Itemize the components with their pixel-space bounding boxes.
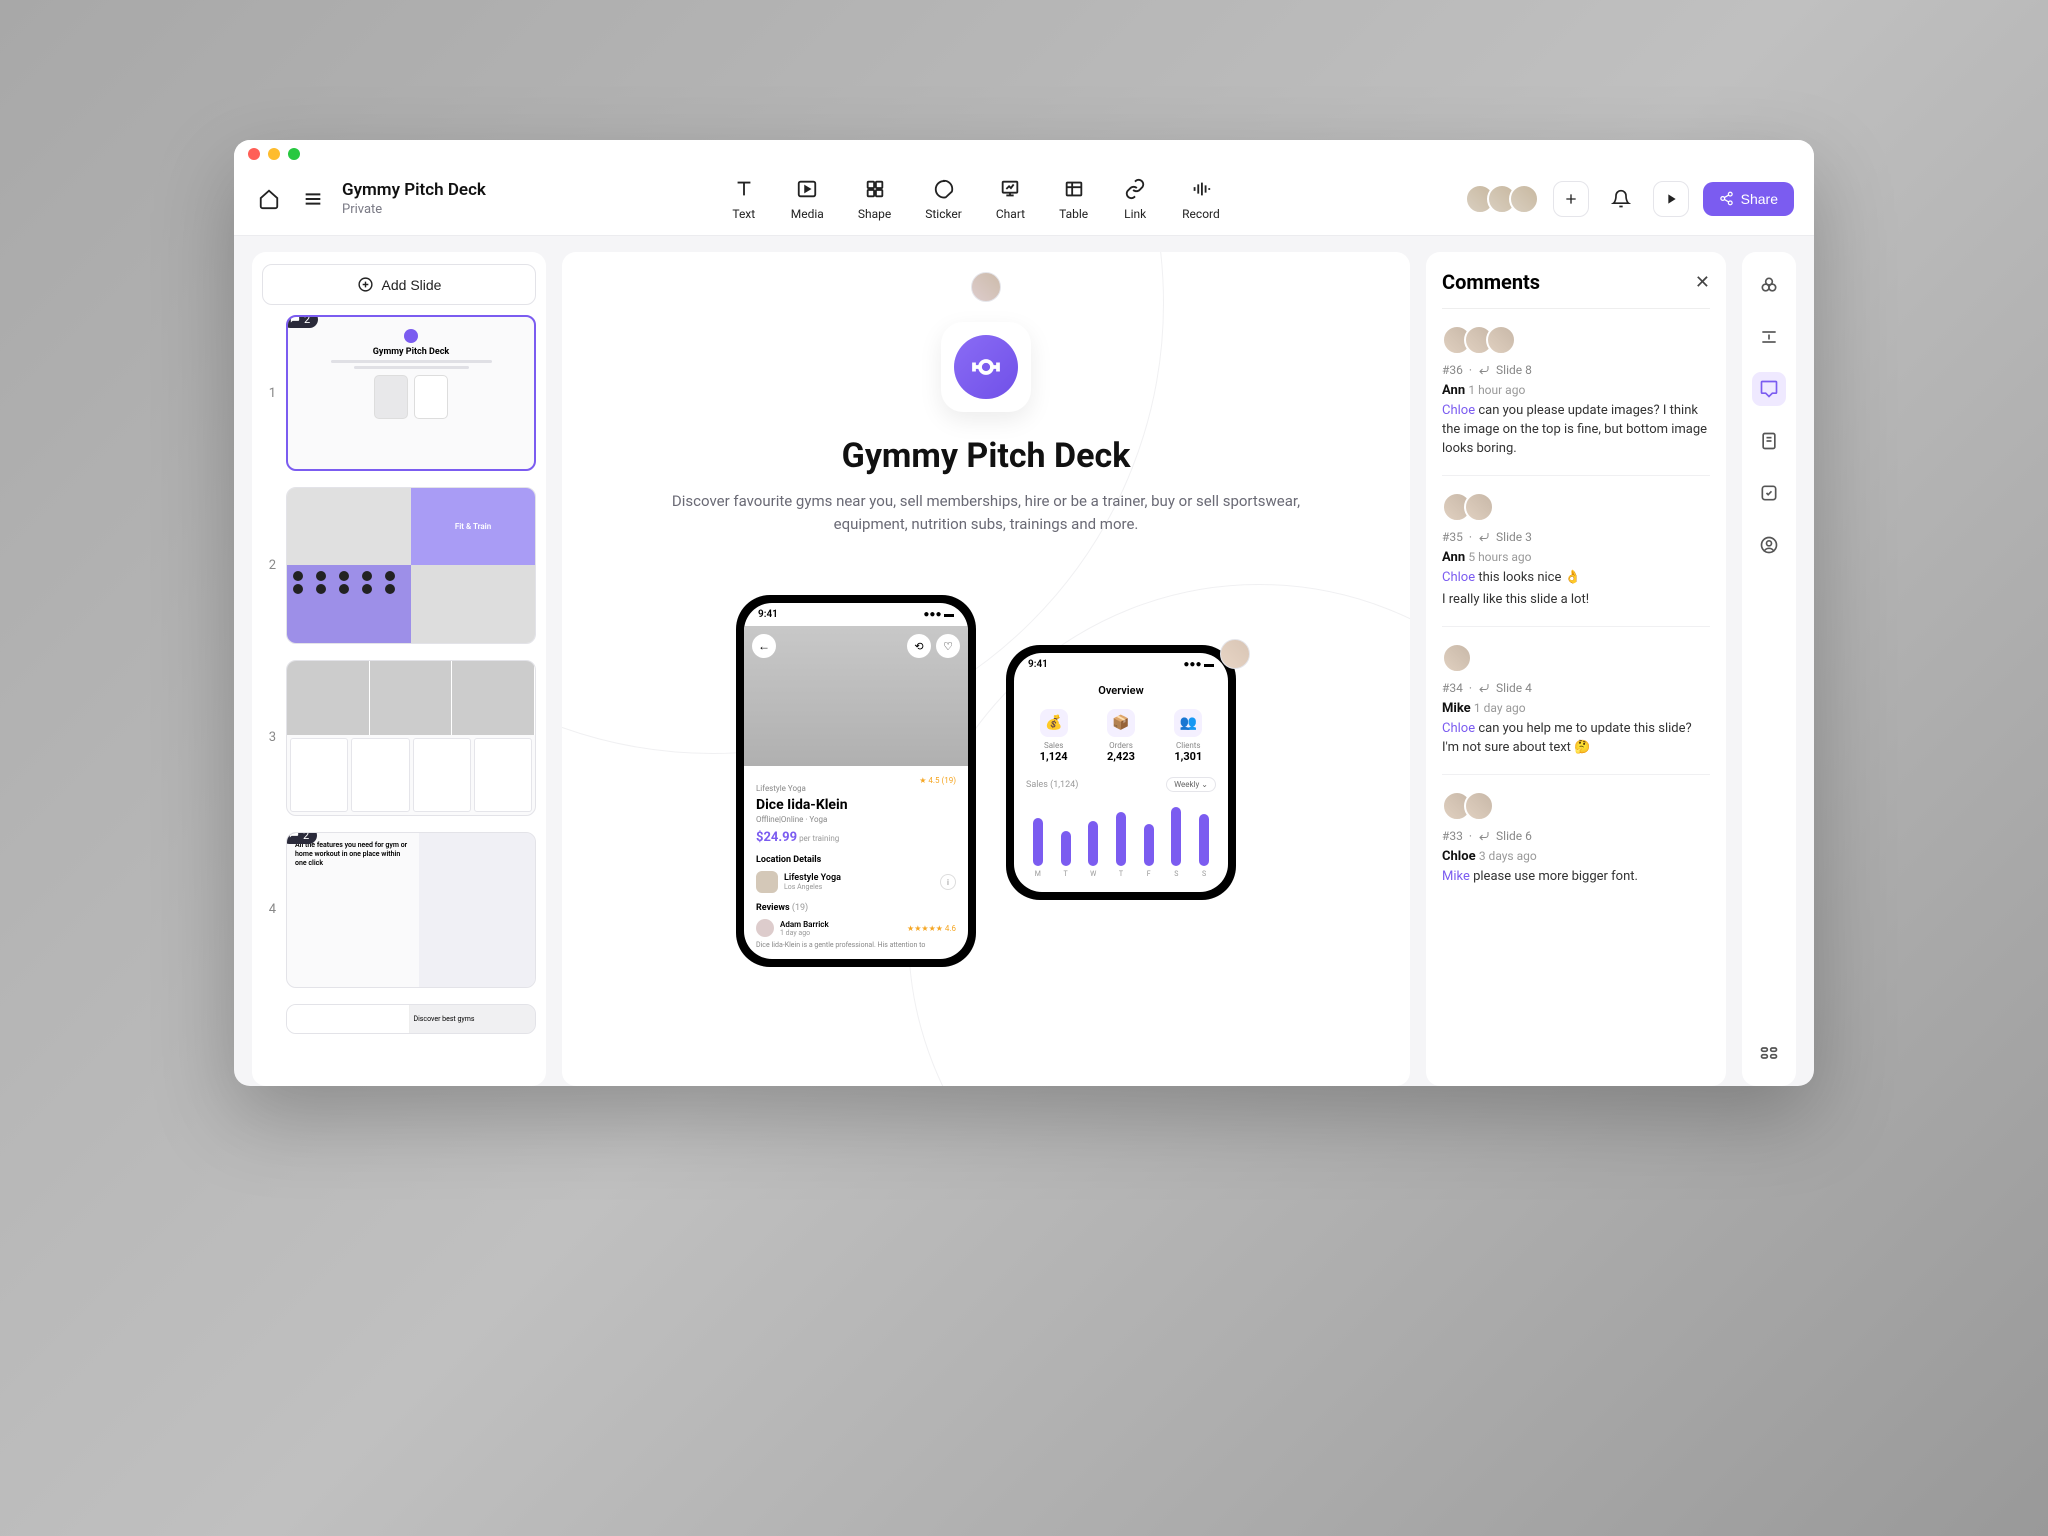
comments-title: Comments bbox=[1442, 270, 1540, 294]
dumbbell-icon bbox=[968, 349, 1004, 385]
collaborator-cursor bbox=[971, 272, 1001, 302]
slide-thumb-5[interactable]: Discover best gyms bbox=[262, 1004, 536, 1034]
comment-item[interactable]: #35·Slide 3 Ann 5 hours ago Chloe this l… bbox=[1442, 476, 1710, 628]
reply-icon bbox=[1478, 531, 1490, 543]
rail-layers-icon[interactable] bbox=[1752, 268, 1786, 302]
window-titlebar bbox=[234, 140, 1814, 168]
share-button[interactable]: Share bbox=[1703, 182, 1794, 216]
tool-link[interactable]: Link bbox=[1122, 176, 1148, 221]
sales-bar-chart: MTWTFSS bbox=[1014, 798, 1228, 878]
comment-item[interactable]: #34·Slide 4 Mike 1 day ago Chloe can you… bbox=[1442, 627, 1710, 775]
slide-thumb-1[interactable]: 1 2 Gymmy Pitch Deck bbox=[262, 315, 536, 471]
slide-title: Gymmy Pitch Deck bbox=[842, 436, 1131, 476]
comment-count-badge: 2 bbox=[286, 832, 317, 844]
topbar: Gymmy Pitch Deck Private Text Media Shap… bbox=[234, 168, 1814, 236]
tool-sticker[interactable]: Sticker bbox=[925, 176, 962, 221]
period-dropdown: Weekly ⌄ bbox=[1166, 777, 1216, 792]
window-maximize-icon[interactable] bbox=[288, 148, 300, 160]
phone-mockup-1: 9:41●●● ▬ ← ⟲♡ Lifestyle Yoga ★ 4.5 (19)… bbox=[736, 595, 976, 967]
record-icon bbox=[1188, 176, 1214, 202]
doc-privacy: Private bbox=[342, 202, 486, 217]
tool-chart[interactable]: Chart bbox=[996, 176, 1025, 221]
slide-thumb-4[interactable]: 4 2 All the features you need for gym or… bbox=[262, 832, 536, 988]
stat-icon: 💰 bbox=[1040, 709, 1068, 737]
slide-canvas[interactable]: Gymmy Pitch Deck Discover favourite gyms… bbox=[562, 252, 1410, 1086]
window-minimize-icon[interactable] bbox=[268, 148, 280, 160]
heart-icon: ♡ bbox=[936, 634, 960, 658]
menu-button[interactable] bbox=[298, 184, 328, 214]
media-icon bbox=[794, 176, 820, 202]
window-close-icon[interactable] bbox=[248, 148, 260, 160]
phone-mockups: 9:41●●● ▬ ← ⟲♡ Lifestyle Yoga ★ 4.5 (19)… bbox=[736, 595, 1236, 967]
right-rail bbox=[1742, 252, 1796, 1086]
location-image bbox=[756, 871, 778, 893]
reply-icon bbox=[1478, 830, 1490, 842]
link-icon bbox=[1122, 176, 1148, 202]
rail-notes-icon[interactable] bbox=[1752, 424, 1786, 458]
comment-count-badge: 2 bbox=[286, 315, 318, 328]
collaborator-avatars[interactable] bbox=[1465, 184, 1539, 214]
avatar bbox=[1486, 325, 1516, 355]
avatar bbox=[1509, 184, 1539, 214]
reply-icon bbox=[1478, 364, 1490, 376]
info-icon: i bbox=[940, 874, 956, 890]
slide-description: Discover favourite gyms near you, sell m… bbox=[666, 490, 1306, 535]
rail-tasks-icon[interactable] bbox=[1752, 476, 1786, 510]
slide-thumb-2[interactable]: 2 Fit & Train bbox=[262, 487, 536, 643]
home-button[interactable] bbox=[254, 184, 284, 214]
avatar bbox=[1442, 643, 1472, 673]
signal-icon: ●●● ▬ bbox=[1183, 659, 1214, 670]
reply-icon bbox=[1478, 682, 1490, 694]
plus-circle-icon bbox=[357, 276, 374, 293]
sticker-icon bbox=[931, 176, 957, 202]
add-collaborator-button[interactable] bbox=[1553, 181, 1589, 217]
slide-thumbnails-panel: Add Slide 1 2 Gymmy Pitch Deck bbox=[252, 252, 546, 1086]
tool-media[interactable]: Media bbox=[791, 176, 824, 221]
comment-item[interactable]: #36·Slide 8 Ann 1 hour ago Chloe can you… bbox=[1442, 309, 1710, 476]
tool-text[interactable]: Text bbox=[731, 176, 757, 221]
shape-icon bbox=[862, 176, 888, 202]
stat-icon: 👥 bbox=[1174, 709, 1202, 737]
comment-item[interactable]: #33·Slide 6 Chloe 3 days ago Mike please… bbox=[1442, 775, 1710, 903]
close-panel-button[interactable]: ✕ bbox=[1695, 272, 1710, 293]
signal-icon: ●●● ▬ bbox=[923, 609, 954, 620]
back-icon: ← bbox=[752, 634, 776, 658]
rail-settings-icon[interactable] bbox=[1752, 1036, 1786, 1070]
slide-thumb-3[interactable]: 3 bbox=[262, 660, 536, 816]
present-button[interactable] bbox=[1653, 181, 1689, 217]
add-slide-button[interactable]: Add Slide bbox=[262, 264, 536, 305]
app-logo bbox=[941, 322, 1031, 412]
table-icon bbox=[1061, 176, 1087, 202]
reviewer-avatar bbox=[756, 919, 774, 937]
tool-table[interactable]: Table bbox=[1059, 176, 1088, 221]
share-icon bbox=[1719, 191, 1734, 206]
comments-panel: Comments ✕ #36·Slide 8 Ann 1 hour ago Ch… bbox=[1426, 252, 1726, 1086]
stat-icon: 📦 bbox=[1107, 709, 1135, 737]
rail-profile-icon[interactable] bbox=[1752, 528, 1786, 562]
phone-mockup-2: 9:41●●● ▬ Overview 💰Sales1,124📦Orders2,4… bbox=[1006, 645, 1236, 900]
rail-comments-icon[interactable] bbox=[1752, 372, 1786, 406]
tool-record[interactable]: Record bbox=[1182, 176, 1220, 221]
avatar bbox=[1464, 791, 1494, 821]
rail-spacing-icon[interactable] bbox=[1752, 320, 1786, 354]
share-icon: ⟲ bbox=[907, 634, 931, 658]
avatar bbox=[1464, 492, 1494, 522]
app-window: Gymmy Pitch Deck Private Text Media Shap… bbox=[234, 140, 1814, 1086]
notifications-button[interactable] bbox=[1603, 181, 1639, 217]
text-icon bbox=[731, 176, 757, 202]
chart-icon bbox=[997, 176, 1023, 202]
doc-title[interactable]: Gymmy Pitch Deck bbox=[342, 180, 486, 200]
insert-toolbar: Text Media Shape Sticker Chart Table bbox=[731, 176, 1220, 221]
collaborator-cursor bbox=[1220, 639, 1250, 669]
tool-shape[interactable]: Shape bbox=[858, 176, 891, 221]
